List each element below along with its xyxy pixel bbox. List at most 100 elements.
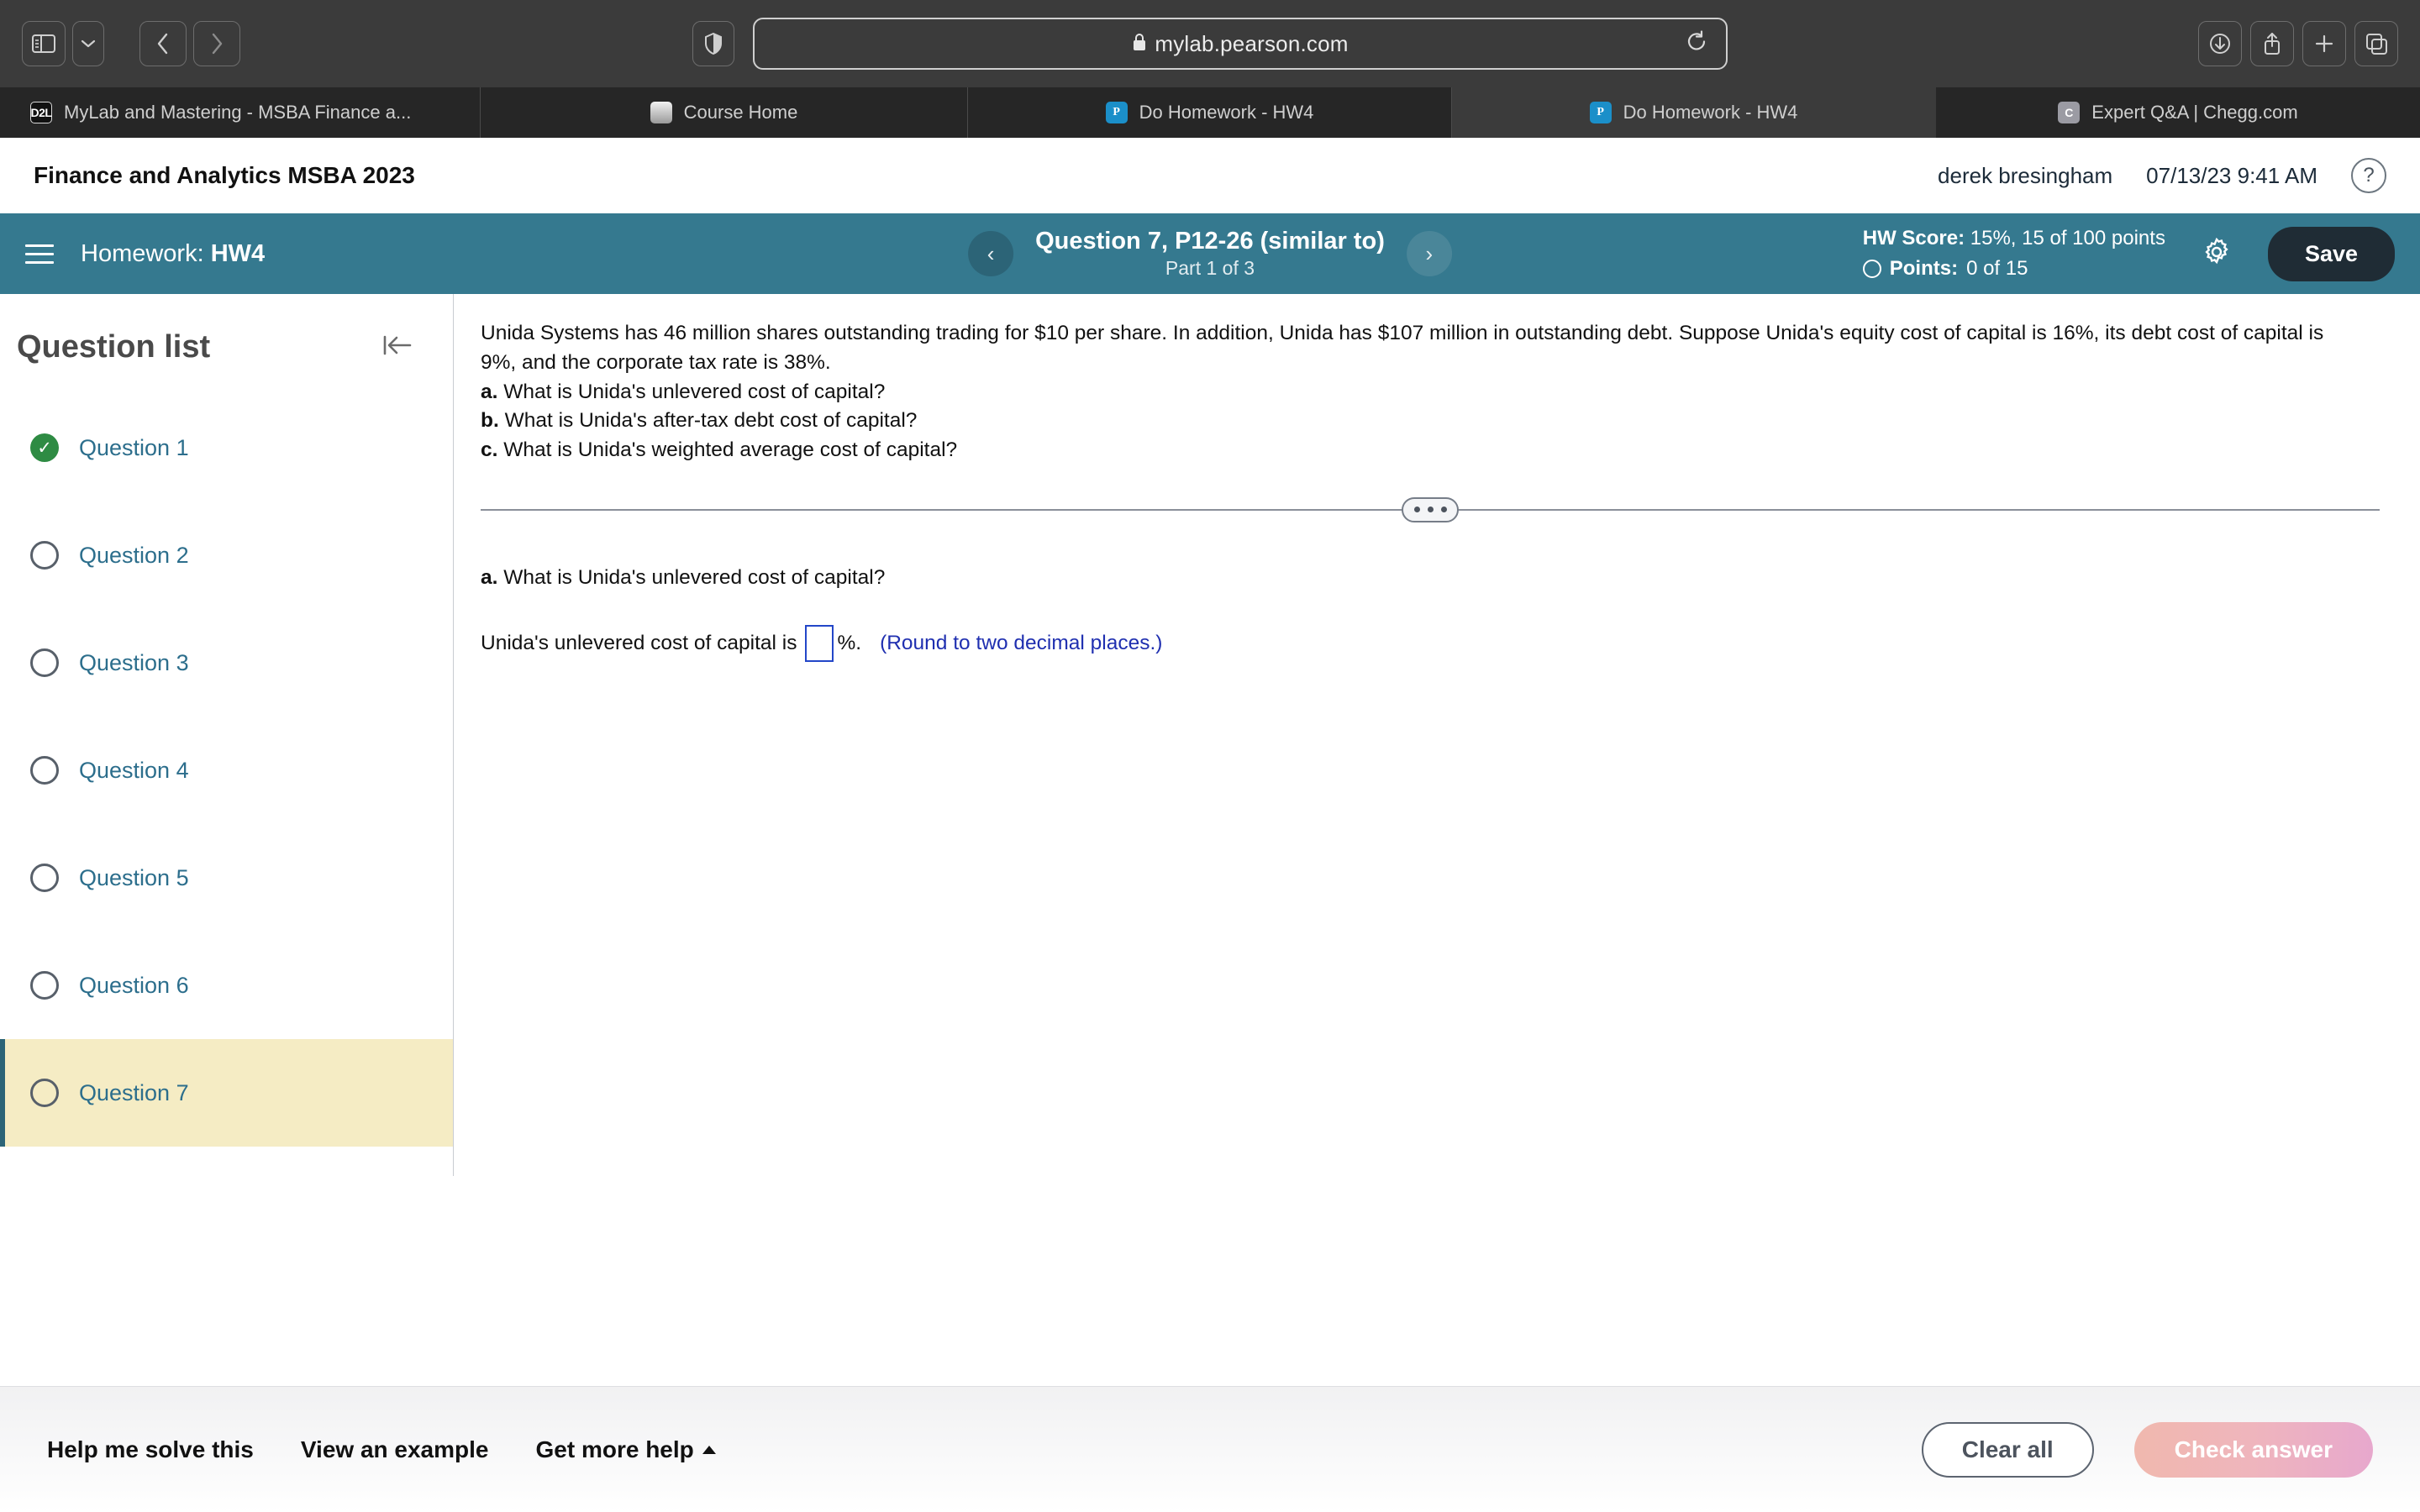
pearson-icon: P xyxy=(1589,102,1612,123)
clear-all-button[interactable]: Clear all xyxy=(1921,1421,2094,1478)
browser-tab-2[interactable]: P Do Homework - HW4 xyxy=(968,87,1452,138)
question-part-label: Part 1 of 3 xyxy=(1165,256,1255,279)
sidebar-item-question-5[interactable]: Question 5 xyxy=(0,824,453,932)
status-open-icon xyxy=(30,1079,59,1107)
browser-left-controls xyxy=(22,21,240,66)
check-answer-button[interactable]: Check answer xyxy=(2133,1421,2373,1478)
help-icon[interactable]: ? xyxy=(2351,158,2386,193)
gear-icon[interactable] xyxy=(2201,236,2233,272)
address-bar[interactable]: mylab.pearson.com xyxy=(753,18,1728,70)
panel-divider xyxy=(481,492,2380,526)
question-part-b: b. What is Unida's after-tax debt cost o… xyxy=(481,407,2354,436)
browser-tab-strip: D2L MyLab and Mastering - MSBA Finance a… xyxy=(0,87,2420,138)
hamburger-menu-icon[interactable] xyxy=(25,244,54,264)
next-question-button[interactable]: › xyxy=(1406,231,1452,276)
address-bar-area: mylab.pearson.com xyxy=(692,18,1728,70)
answer-block: a. What is Unida's unlevered cost of cap… xyxy=(481,566,2380,662)
user-name: derek bresingham xyxy=(1938,162,2113,188)
homework-prefix: Homework: xyxy=(81,239,204,267)
score-text-block: HW Score: 15%, 15 of 100 points Points: … xyxy=(1862,223,2165,284)
get-more-help-label: Get more help xyxy=(535,1436,694,1462)
question-list: ✓ Question 1 Question 2 Question 3 Quest… xyxy=(0,394,453,1147)
status-open-icon xyxy=(30,756,59,785)
points-value: 0 of 15 xyxy=(1966,257,2028,280)
part-letter: b. xyxy=(481,409,499,433)
hw-score-label: HW Score: xyxy=(1862,227,1965,249)
chegg-icon: C xyxy=(2058,102,2081,123)
help-me-solve-this-button[interactable]: Help me solve this xyxy=(47,1436,254,1463)
sidebar-item-question-7[interactable]: Question 7 xyxy=(0,1039,453,1147)
browser-tab-title: Do Homework - HW4 xyxy=(1139,102,1314,123)
question-content: Unida Systems has 46 million shares outs… xyxy=(454,294,2420,1176)
answer-input[interactable] xyxy=(805,624,834,662)
sidebar-dropdown-button[interactable] xyxy=(72,21,104,66)
sidebar-item-question-3[interactable]: Question 3 xyxy=(0,609,453,717)
question-navigator: ‹ Question 7, P12-26 (similar to) Part 1… xyxy=(968,228,1452,279)
hw-score-value: 15%, 15 of 100 points xyxy=(1970,227,2165,249)
plus-icon[interactable] xyxy=(2302,21,2346,66)
part-letter: c. xyxy=(481,438,498,462)
sidebar-item-question-2[interactable]: Question 2 xyxy=(0,501,453,609)
browser-tab-0[interactable]: D2L MyLab and Mastering - MSBA Finance a… xyxy=(0,87,481,138)
sidebar-item-label: Question 1 xyxy=(79,434,189,460)
save-button[interactable]: Save xyxy=(2267,226,2395,281)
lock-icon xyxy=(1132,31,1147,57)
sidebar-item-question-1[interactable]: ✓ Question 1 xyxy=(0,394,453,501)
url-text: mylab.pearson.com xyxy=(1155,30,1349,56)
browser-tab-4[interactable]: C Expert Q&A | Chegg.com xyxy=(1936,87,2420,138)
bottom-buttons-group: Clear all Check answer xyxy=(1921,1421,2373,1478)
answer-part-text: What is Unida's unlevered cost of capita… xyxy=(503,565,886,589)
back-button[interactable] xyxy=(139,21,187,66)
part-text: What is Unida's weighted average cost of… xyxy=(503,438,958,462)
get-more-help-button[interactable]: Get more help xyxy=(535,1436,716,1463)
rounding-hint: (Round to two decimal places.) xyxy=(880,631,1163,654)
question-part-a: a. What is Unida's unlevered cost of cap… xyxy=(481,378,2354,407)
browser-tab-title: Course Home xyxy=(683,102,798,123)
forward-button[interactable] xyxy=(193,21,240,66)
sidebar-item-question-4[interactable]: Question 4 xyxy=(0,717,453,824)
browser-tab-3[interactable]: P Do Homework - HW4 xyxy=(1452,87,1936,138)
sidebar-item-label: Question 3 xyxy=(79,649,189,675)
url-text-wrap: mylab.pearson.com xyxy=(1132,31,1348,57)
sidebar-header: Question list xyxy=(0,294,453,365)
points-row: Points: 0 of 15 xyxy=(1862,254,2165,284)
sidebar-item-question-6[interactable]: Question 6 xyxy=(0,932,453,1039)
privacy-shield-icon[interactable] xyxy=(692,21,734,66)
help-links-group: Help me solve this View an example Get m… xyxy=(47,1436,716,1463)
page-title: Finance and Analytics MSBA 2023 xyxy=(34,162,415,188)
answer-entry-row: Unida's unlevered cost of capital is %. … xyxy=(481,624,2380,662)
header-right-group: derek bresingham 07/13/23 9:41 AM ? xyxy=(1938,158,2386,193)
previous-question-button[interactable]: ‹ xyxy=(968,231,1014,276)
browser-tab-title: MyLab and Mastering - MSBA Finance a... xyxy=(64,102,412,123)
points-label: Points: xyxy=(1889,257,1959,280)
sidebar-item-label: Question 4 xyxy=(79,757,189,783)
browser-right-controls xyxy=(2198,21,2398,66)
document-icon xyxy=(650,102,672,123)
caret-up-icon xyxy=(702,1445,716,1454)
view-an-example-button[interactable]: View an example xyxy=(301,1436,489,1463)
question-part-c: c. What is Unida's weighted average cost… xyxy=(481,436,2354,465)
pearson-icon: P xyxy=(1105,102,1128,123)
browser-chrome: mylab.pearson.com xyxy=(0,0,2420,87)
homework-toolbar: Homework: HW4 ‹ Question 7, P12-26 (simi… xyxy=(0,213,2420,294)
workspace: Question list ✓ Question 1 Question 2 Qu… xyxy=(0,294,2420,1176)
drag-handle-icon[interactable] xyxy=(1402,496,1459,522)
collapse-panel-icon[interactable] xyxy=(382,333,413,362)
browser-tab-1[interactable]: Course Home xyxy=(481,87,968,138)
question-list-sidebar: Question list ✓ Question 1 Question 2 Qu… xyxy=(0,294,454,1176)
question-title: Question 7, P12-26 (similar to) xyxy=(1035,228,1385,255)
homework-name: HW4 xyxy=(210,239,266,267)
sidebar-item-label: Question 6 xyxy=(79,972,189,998)
answer-prefix: Unida's unlevered cost of capital is xyxy=(481,631,797,654)
bottom-action-bar: Help me solve this View an example Get m… xyxy=(0,1386,2420,1512)
download-icon[interactable] xyxy=(2198,21,2242,66)
share-icon[interactable] xyxy=(2250,21,2294,66)
current-datetime: 07/13/23 9:41 AM xyxy=(2146,162,2317,188)
score-area: HW Score: 15%, 15 of 100 points Points: … xyxy=(1862,223,2395,284)
status-open-icon xyxy=(30,541,59,570)
reload-icon[interactable] xyxy=(1686,30,1707,57)
sidebar-toggle-button[interactable] xyxy=(22,21,66,66)
status-open-icon xyxy=(30,864,59,892)
tabs-icon[interactable] xyxy=(2354,21,2398,66)
browser-tab-title: Expert Q&A | Chegg.com xyxy=(2091,102,2298,123)
